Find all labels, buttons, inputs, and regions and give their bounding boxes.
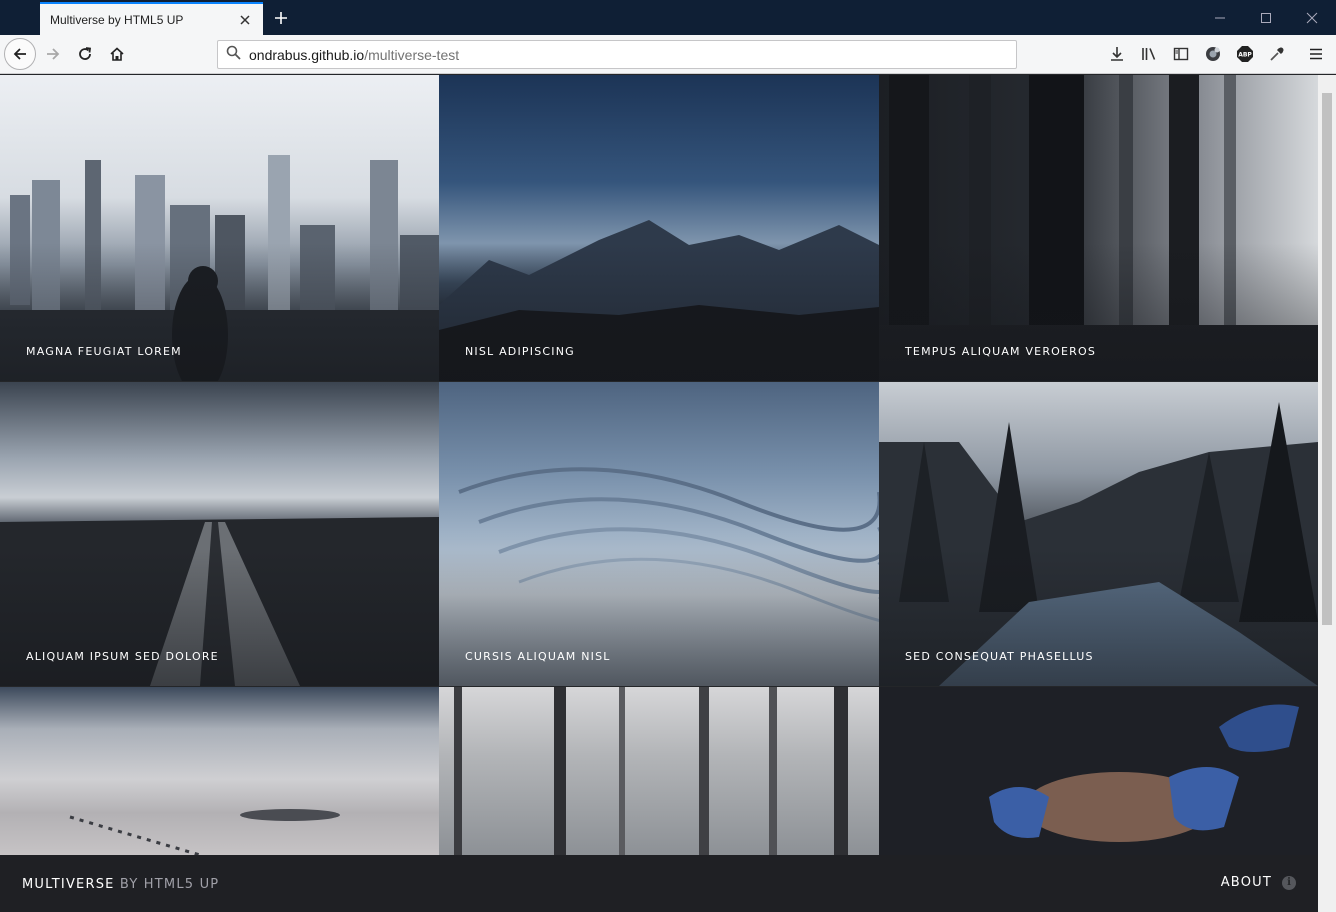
misty-forest-image <box>454 687 848 855</box>
gallery-item[interactable] <box>0 687 439 855</box>
gallery-item[interactable]: TEMPUS ALIQUAM VEROEROS <box>879 75 1318 381</box>
gallery-item[interactable]: MAGNA FEUGIAT LOREM <box>0 75 439 381</box>
url-path: /multiverse-test <box>364 46 460 63</box>
url-host: ondrabus.github.io <box>249 46 365 63</box>
home-icon[interactable] <box>102 39 132 69</box>
forward-arrow-icon[interactable] <box>38 39 68 69</box>
library-icon[interactable] <box>1136 41 1162 67</box>
url-bar[interactable]: ondrabus.github.io/multiverse-test <box>217 40 1017 69</box>
gallery-item[interactable] <box>439 687 879 855</box>
gallery-item-title: MAGNA FEUGIAT LOREM <box>26 345 182 358</box>
brand-byline: BY HTML5 UP <box>114 877 220 892</box>
gallery-item[interactable]: ALIQUAM IPSUM SED DOLORE <box>0 382 439 686</box>
browser-titlebar: Multiverse by HTML5 UP <box>0 0 1336 35</box>
minimize-icon[interactable] <box>1196 0 1244 35</box>
caption-shade <box>439 549 879 686</box>
browser-navbar: ondrabus.github.io/multiverse-test ABP <box>0 35 1336 74</box>
gallery-item-title: TEMPUS ALIQUAM VEROEROS <box>905 345 1097 358</box>
reload-icon[interactable] <box>70 39 100 69</box>
plus-icon[interactable] <box>268 6 294 30</box>
info-icon: i <box>1282 875 1296 890</box>
seascape-image <box>69 809 340 855</box>
caption-shade <box>879 549 1318 686</box>
browser-tab[interactable]: Multiverse by HTML5 UP <box>40 2 263 35</box>
hands-image <box>989 704 1299 842</box>
gallery-item[interactable]: SED CONSEQUAT PHASELLUS <box>879 382 1318 686</box>
maximize-icon[interactable] <box>1242 0 1290 35</box>
scrollbar-thumb[interactable] <box>1322 93 1332 625</box>
adblock-icon[interactable]: ABP <box>1232 41 1258 67</box>
about-label: ABOUT <box>1220 875 1272 890</box>
eyedropper-icon[interactable] <box>1264 41 1290 67</box>
about-button[interactable]: ABOUT i <box>1221 875 1296 890</box>
adblock-label: ABP <box>1238 52 1252 59</box>
window-close-icon[interactable] <box>1288 0 1336 35</box>
gallery-item-title: CURSIS ALIQUAM NISL <box>465 650 611 663</box>
gallery-item[interactable]: NISL ADIPISCING <box>439 75 879 381</box>
caption-shade <box>0 243 439 381</box>
close-icon[interactable] <box>237 12 253 28</box>
gallery-item-title: NISL ADIPISCING <box>465 345 575 358</box>
gallery-item-title: SED CONSEQUAT PHASELLUS <box>905 650 1094 663</box>
sidebar-icon[interactable] <box>1168 41 1194 67</box>
gallery-item-title: ALIQUAM IPSUM SED DOLORE <box>26 650 219 663</box>
gallery-item[interactable]: CURSIS ALIQUAM NISL <box>439 382 879 686</box>
brand-name: MULTIVERSE <box>22 877 115 892</box>
page-viewport: MAGNA FEUGIAT LOREM NISL ADIPISCING TEMP… <box>0 75 1318 912</box>
extension-icon[interactable] <box>1200 41 1226 67</box>
tab-title: Multiverse by HTML5 UP <box>50 12 184 27</box>
back-arrow-icon[interactable] <box>4 38 36 70</box>
search-icon <box>226 45 241 65</box>
site-brand[interactable]: MULTIVERSE BY HTML5 UP <box>22 877 219 892</box>
page-scrollbar[interactable] <box>1318 75 1336 912</box>
caption-shade <box>0 549 439 686</box>
caption-shade <box>879 243 1318 381</box>
caption-shade <box>439 243 879 381</box>
page-footer: MULTIVERSE BY HTML5 UP ABOUT i <box>0 855 1318 912</box>
download-icon[interactable] <box>1104 41 1130 67</box>
gallery-item[interactable] <box>879 687 1318 855</box>
menu-icon[interactable] <box>1303 41 1329 67</box>
